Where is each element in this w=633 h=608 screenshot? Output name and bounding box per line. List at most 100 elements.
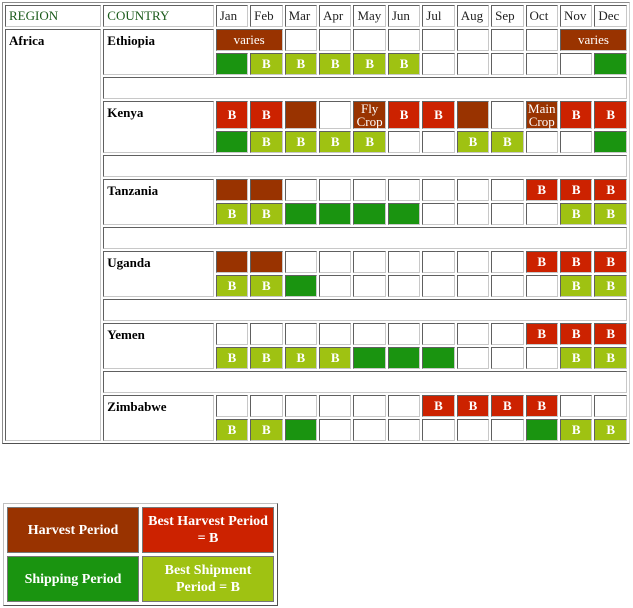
shipping-cell-empty: [353, 275, 386, 297]
month-header-dec: Dec: [594, 5, 627, 27]
harvest-cell-best-harvest: B: [559, 101, 593, 129]
harvest-cell-empty: [422, 29, 455, 51]
month-header-apr: Apr: [319, 5, 352, 27]
shipping-cell-empty: [491, 203, 524, 225]
harvest-cell-best-harvest: B: [525, 323, 558, 345]
shipping-cell-empty: [387, 131, 421, 153]
harvest-cell-empty: [353, 323, 386, 345]
shipping-cell-best-ship: B: [353, 53, 386, 75]
shipping-cell-best-ship: B: [250, 419, 283, 441]
shipping-cell-best-ship: B: [250, 53, 283, 75]
harvest-cell-best-harvest: B: [250, 101, 283, 129]
shipping-cell-empty: [422, 131, 455, 153]
shipping-cell-ship: [284, 419, 318, 441]
harvest-cell-best-harvest: B: [491, 395, 524, 417]
harvest-cell-harvest: Fly Crop: [353, 101, 386, 129]
shipping-cell-best-ship: B: [284, 131, 318, 153]
harvest-cell-best-harvest: B: [594, 251, 627, 273]
shipping-cell-best-ship: B: [559, 203, 593, 225]
shipping-cell-ship: [594, 131, 627, 153]
spacer-cell: [103, 77, 627, 99]
shipping-cell-empty: [456, 53, 490, 75]
legend-shipping-period: Shipping Period: [7, 556, 139, 602]
harvest-cell-best-harvest: B: [559, 179, 593, 201]
shipping-cell-ship: [319, 203, 352, 225]
harvest-cell-empty: [456, 323, 490, 345]
country-header: COUNTRY: [103, 5, 214, 27]
harvest-cell-empty: [387, 29, 421, 51]
harvest-cell-empty: [353, 251, 386, 273]
shipping-cell-ship: [525, 419, 558, 441]
month-header-jun: Jun: [387, 5, 421, 27]
harvest-cell-empty: [319, 395, 352, 417]
harvest-cell-empty: [353, 29, 386, 51]
shipping-cell-empty: [559, 53, 593, 75]
harvest-cell-empty: [284, 323, 318, 345]
harvest-cell-empty: [422, 251, 455, 273]
shipping-cell-ship: [284, 203, 318, 225]
harvest-cell-empty: [319, 29, 352, 51]
shipping-cell-best-ship: B: [215, 419, 249, 441]
harvest-cell-empty: [456, 29, 490, 51]
harvest-cell-empty: [284, 179, 318, 201]
spacer-cell: [103, 299, 627, 321]
shipping-cell-best-ship: B: [250, 347, 283, 369]
spacer-cell: [103, 227, 627, 249]
shipping-cell-empty: [491, 419, 524, 441]
harvest-cell-empty: [387, 251, 421, 273]
legend: Harvest Period Best Harvest Period = B S…: [3, 503, 278, 606]
shipping-cell-empty: [319, 275, 352, 297]
shipping-cell-best-ship: B: [594, 347, 627, 369]
harvest-cell-empty: [284, 395, 318, 417]
harvest-cell-best-harvest: B: [559, 323, 593, 345]
shipping-cell-empty: [559, 131, 593, 153]
harvest-cell-harvest: [215, 251, 249, 273]
harvest-cell-empty: [250, 323, 283, 345]
shipping-cell-best-ship: B: [594, 275, 627, 297]
harvest-cell-best-harvest: B: [422, 101, 455, 129]
shipping-cell-empty: [422, 203, 455, 225]
shipping-cell-ship: [422, 347, 455, 369]
shipping-cell-best-ship: B: [284, 53, 318, 75]
shipping-cell-ship: [284, 275, 318, 297]
shipping-cell-empty: [387, 275, 421, 297]
month-header-nov: Nov: [559, 5, 593, 27]
harvest-cell-empty: [387, 395, 421, 417]
shipping-cell-best-ship: B: [319, 53, 352, 75]
harvest-cell-empty: [319, 323, 352, 345]
country-name: Uganda: [103, 251, 214, 297]
shipping-cell-empty: [491, 275, 524, 297]
harvest-cell-harvest: [284, 101, 318, 129]
shipping-cell-best-ship: B: [594, 203, 627, 225]
harvest-cell-empty: [250, 395, 283, 417]
harvest-cell-empty: [491, 29, 524, 51]
shipping-cell-best-ship: B: [353, 131, 386, 153]
harvest-cell-empty: [387, 179, 421, 201]
harvest-cell-best-harvest: B: [215, 101, 249, 129]
harvest-cell-best-harvest: B: [422, 395, 455, 417]
legend-best-shipment-period: Best Shipment Period = B: [142, 556, 274, 602]
shipping-cell-best-ship: B: [250, 131, 283, 153]
shipping-cell-empty: [319, 419, 352, 441]
harvest-cell-empty: [353, 179, 386, 201]
month-header-sep: Sep: [491, 5, 524, 27]
harvest-cell-harvest: [215, 179, 249, 201]
country-name: Kenya: [103, 101, 214, 153]
harvest-cell-empty: [456, 251, 490, 273]
shipping-cell-best-ship: B: [559, 275, 593, 297]
shipping-cell-empty: [456, 203, 490, 225]
shipping-cell-empty: [525, 203, 558, 225]
shipping-cell-best-ship: B: [456, 131, 490, 153]
spacer-cell: [103, 371, 627, 393]
legend-harvest-period: Harvest Period: [7, 507, 139, 553]
shipping-cell-ship: [353, 203, 386, 225]
harvest-cell-empty: [594, 395, 627, 417]
harvest-cell-empty: [559, 395, 593, 417]
country-name: Yemen: [103, 323, 214, 369]
shipping-cell-best-ship: B: [215, 203, 249, 225]
shipping-cell-empty: [387, 419, 421, 441]
harvest-cell-empty: [491, 251, 524, 273]
harvest-cell-harvest: [250, 251, 283, 273]
shipping-cell-best-ship: B: [284, 347, 318, 369]
shipping-cell-ship: [594, 53, 627, 75]
